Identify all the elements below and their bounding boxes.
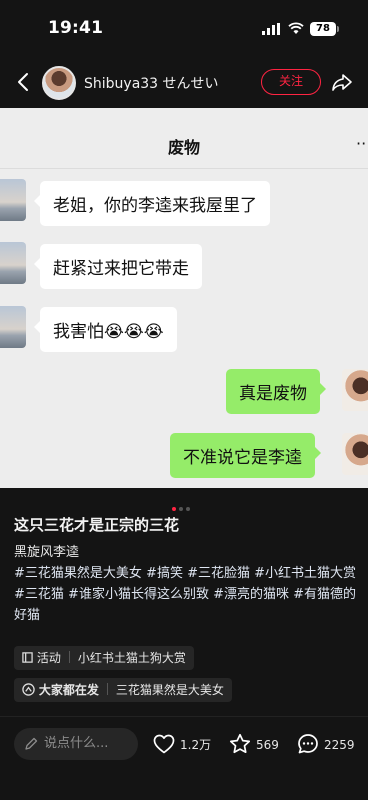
- collect-count: 569: [256, 738, 279, 752]
- comment-input[interactable]: 说点什么...: [14, 728, 138, 760]
- chat-bubble-self: 不准说它是李逵: [170, 433, 321, 478]
- heart-icon: [153, 734, 175, 754]
- hashtag[interactable]: #小红书土猫大赏: [254, 566, 356, 581]
- pager-dot: [179, 507, 183, 511]
- battery-indicator: 78: [310, 22, 339, 36]
- chat-bubble: 老姐，你的李逵来我屋里了: [34, 181, 270, 226]
- post-title: 这只三花才是正宗的三花: [14, 516, 180, 534]
- status-bar: 19:41 78: [0, 0, 368, 58]
- pencil-icon: [25, 737, 38, 750]
- chat-avatar-left: [0, 179, 26, 221]
- post-header: Shibuya33 せんせい 关注: [0, 58, 368, 108]
- post-text-line: 黑旋风李逵: [14, 545, 80, 560]
- image-pager-dots: [172, 496, 193, 511]
- pager-dot: [186, 507, 190, 511]
- chat-avatar-left: [0, 306, 26, 348]
- trending-chip[interactable]: 大家都在发 三花猫果然是大美女: [14, 678, 232, 702]
- like-count: 1.2万: [180, 738, 212, 752]
- chat-avatar-left: [0, 242, 26, 284]
- back-arrow-icon[interactable]: [12, 70, 36, 94]
- hashtag[interactable]: #漂亮的猫咪: [213, 587, 289, 602]
- pager-dot-active: [172, 507, 176, 511]
- hashtag[interactable]: #谁家小猫长得这么别致: [68, 587, 209, 602]
- post-tags: #三花猫果然是大美女 #搞笑 #三花脸猫 #小红书土猫大赏 #三花猫 #谁家小猫…: [14, 563, 359, 626]
- chat-more-icon: ··: [356, 134, 367, 153]
- hashtag[interactable]: #三花猫果然是大美女: [14, 566, 142, 581]
- comment-placeholder: 说点什么...: [44, 736, 109, 751]
- comment-bubble-icon: [298, 734, 318, 754]
- signal-icon: [262, 23, 280, 35]
- activity-icon: [22, 652, 33, 663]
- trending-icon: [22, 683, 35, 696]
- author-name[interactable]: Shibuya33 せんせい: [84, 73, 219, 93]
- comment-button[interactable]: 2259: [296, 732, 358, 758]
- like-button[interactable]: 1.2万: [152, 732, 214, 758]
- status-time: 19:41: [48, 18, 104, 38]
- hashtag[interactable]: #三花猫: [14, 587, 64, 602]
- chat-avatar-right: [342, 369, 368, 411]
- activity-chip[interactable]: 活动 小红书土猫土狗大赏: [14, 646, 194, 670]
- star-icon: [229, 733, 251, 754]
- trending-label: 大家都在发: [38, 683, 99, 697]
- follow-button[interactable]: 关注: [261, 69, 321, 95]
- activity-text: 小红书土猫土狗大赏: [77, 651, 186, 665]
- comment-count: 2259: [324, 738, 355, 752]
- wifi-icon: [288, 22, 304, 34]
- bottom-divider: [0, 716, 368, 717]
- chat-bubble-self: 真是废物: [226, 369, 326, 414]
- share-icon[interactable]: [330, 70, 354, 94]
- author-avatar[interactable]: [42, 66, 76, 100]
- trending-text: 三花猫果然是大美女: [115, 683, 224, 697]
- hashtag[interactable]: #搞笑: [146, 566, 183, 581]
- activity-label: 活动: [36, 651, 61, 665]
- post-image-chat-screenshot[interactable]: 废物 ·· 老姐，你的李逵来我屋里了 赶紧过来把它带走 我害怕😭😭😭 真是废物 …: [0, 108, 368, 488]
- chat-bubble: 我害怕😭😭😭: [34, 307, 177, 352]
- hashtag[interactable]: #三花脸猫: [187, 566, 250, 581]
- chat-divider: [0, 168, 368, 169]
- chat-bubble: 赶紧过来把它带走: [34, 244, 202, 289]
- chat-avatar-right: [342, 433, 368, 475]
- chat-title: 废物: [167, 138, 200, 157]
- collect-button[interactable]: 569: [228, 732, 284, 758]
- post-body: 黑旋风李逵 #三花猫果然是大美女 #搞笑 #三花脸猫 #小红书土猫大赏 #三花猫…: [14, 542, 359, 626]
